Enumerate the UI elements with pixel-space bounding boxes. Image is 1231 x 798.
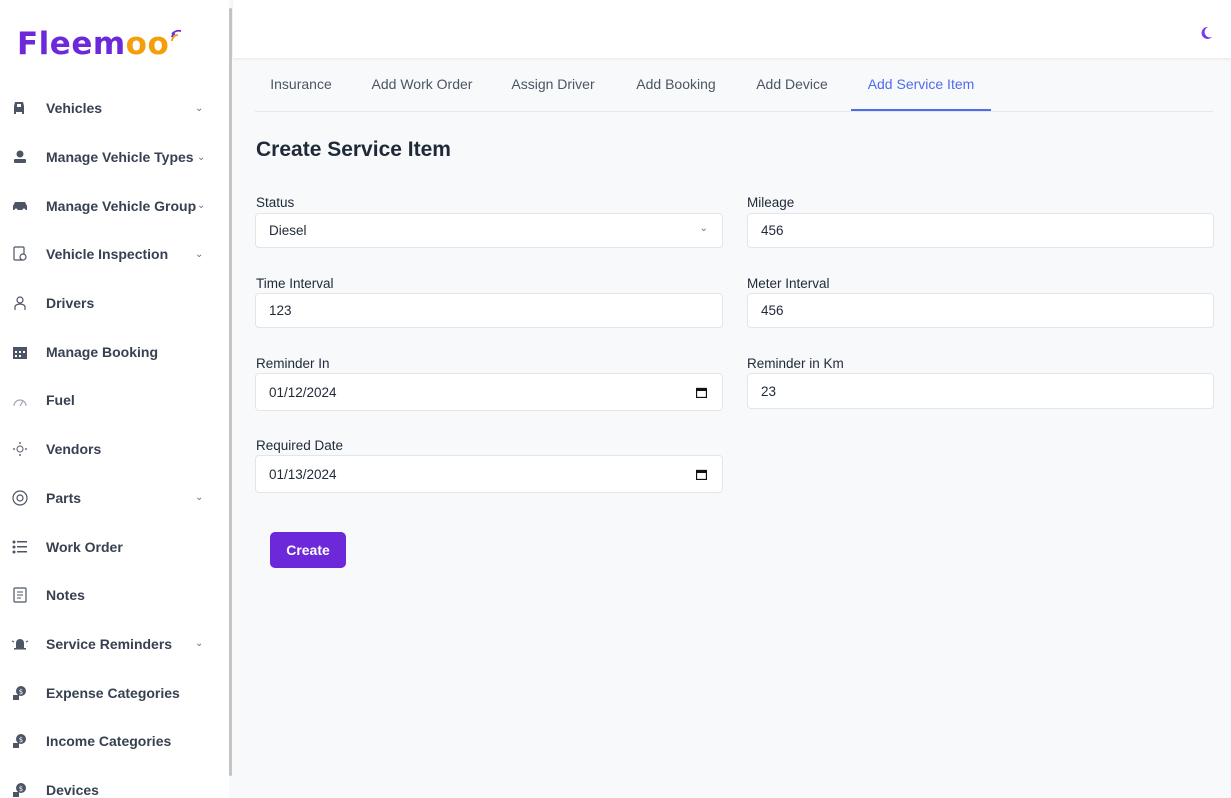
svg-text:$: $ [19, 785, 23, 793]
parts-icon [11, 489, 29, 507]
mileage-field[interactable] [747, 213, 1214, 248]
fleemoo-logo[interactable]: Fleem oo [17, 22, 184, 66]
required-date-input[interactable] [269, 466, 709, 482]
tab-add-work-order[interactable]: Add Work Order [359, 62, 485, 110]
sidebar-item-vehicle-inspection[interactable]: Vehicle Inspection ⌄ [0, 230, 229, 279]
sidebar-item-label: Drivers [46, 295, 95, 312]
tab-add-device[interactable]: Add Device [743, 62, 841, 110]
vehicle-group-icon [11, 197, 29, 215]
sidebar-item-label: Parts [46, 489, 82, 506]
sidebar-item-label: Manage Vehicle Types [46, 149, 194, 166]
required-date-label: Required Date [256, 438, 344, 453]
reminder-km-label: Reminder in Km [747, 356, 844, 371]
sidebar-item-parts[interactable]: Parts ⌄ [0, 474, 229, 523]
sidebar-item-label: Work Order [46, 538, 123, 555]
vendors-icon [11, 440, 29, 458]
sidebar-item-label: Vehicle Inspection [46, 246, 169, 263]
sidebar-item-drivers[interactable]: Drivers [0, 279, 229, 328]
fuel-icon [11, 391, 29, 409]
chevron-down-icon: ⌄ [195, 638, 204, 650]
vehicle-type-icon [11, 148, 29, 166]
sidebar-item-label: Devices [46, 781, 99, 798]
reminder-in-input[interactable] [269, 384, 709, 400]
sidebar-item-vehicles[interactable]: Vehicles ⌄ [0, 84, 229, 133]
bell-icon [11, 635, 29, 653]
sidebar-item-label: Manage Vehicle Group [46, 197, 197, 214]
tab-insurance[interactable]: Insurance [255, 62, 347, 110]
page-title: Create Service Item [256, 138, 451, 161]
svg-text:$: $ [19, 688, 23, 696]
top-bar [233, 0, 1231, 58]
sidebar: Fleem oo Vehicles ⌄ Manage Vehicle Types … [0, 0, 229, 798]
chevron-down-icon: ⌄ [197, 200, 206, 212]
chevron-down-icon: ⌄ [699, 223, 708, 234]
notes-icon [11, 586, 29, 604]
sidebar-item-work-order[interactable]: Work Order [0, 522, 229, 571]
work-order-icon [11, 538, 29, 556]
sidebar-item-fuel[interactable]: Fuel [0, 376, 229, 425]
mileage-input[interactable] [761, 223, 1200, 238]
signal-icon [171, 29, 182, 42]
sidebar-item-devices[interactable]: $ Devices [0, 766, 229, 798]
car-icon [11, 99, 29, 117]
expense-icon: $ [11, 684, 29, 702]
status-select[interactable]: Diesel ⌄ [255, 213, 723, 248]
sidebar-item-expense-categories[interactable]: $ Expense Categories [0, 668, 229, 717]
inspection-icon [11, 245, 29, 263]
income-icon: $ [11, 732, 29, 750]
reminder-km-input[interactable] [761, 383, 1200, 399]
sidebar-item-service-reminders[interactable]: Service Reminders ⌄ [0, 620, 229, 669]
sidebar-item-manage-booking[interactable]: Manage Booking [0, 327, 229, 376]
sidebar-item-income-categories[interactable]: $ Income Categories [0, 717, 229, 766]
calendar-icon [11, 343, 29, 361]
meter-interval-field[interactable] [747, 293, 1214, 328]
logo-accent-text: oo [125, 26, 170, 62]
tab-bar: Insurance Add Work Order Assign Driver A… [255, 62, 1213, 112]
required-date-date[interactable] [255, 455, 723, 493]
tab-add-service-item[interactable]: Add Service Item [851, 62, 991, 111]
calendar-icon[interactable] [695, 386, 708, 401]
sidebar-item-vendors[interactable]: Vendors [0, 425, 229, 474]
moon-icon[interactable] [1199, 26, 1215, 42]
status-value: Diesel [269, 223, 307, 238]
devices-icon: $ [11, 781, 29, 798]
sidebar-item-label: Vendors [46, 441, 102, 458]
sidebar-scrollbar[interactable] [229, 8, 232, 776]
sidebar-item-label: Fuel [46, 392, 75, 409]
sidebar-item-label: Vehicles [46, 100, 103, 117]
sidebar-item-label: Income Categories [46, 733, 172, 750]
chevron-down-icon: ⌄ [195, 248, 204, 260]
sidebar-item-manage-vehicle-group[interactable]: Manage Vehicle Group ⌄ [0, 181, 229, 230]
svg-text:$: $ [19, 736, 23, 744]
sidebar-item-label: Manage Booking [46, 343, 159, 360]
sidebar-item-label: Service Reminders [46, 635, 173, 652]
chevron-down-icon: ⌄ [195, 102, 204, 114]
reminder-in-date[interactable] [255, 373, 723, 411]
sidebar-item-notes[interactable]: Notes [0, 571, 229, 620]
driver-icon [11, 294, 29, 312]
sidebar-item-label: Expense Categories [46, 684, 180, 701]
time-interval-input[interactable] [269, 303, 709, 318]
create-button[interactable]: Create [270, 532, 346, 568]
meter-interval-label: Meter Interval [747, 276, 830, 291]
calendar-icon[interactable] [695, 468, 708, 483]
mileage-label: Mileage [747, 195, 795, 210]
sidebar-nav: Vehicles ⌄ Manage Vehicle Types ⌄ Manage… [0, 84, 229, 798]
sidebar-item-manage-vehicle-types[interactable]: Manage Vehicle Types ⌄ [0, 133, 229, 182]
meter-interval-input[interactable] [761, 303, 1200, 318]
logo-text: Fleem [17, 26, 126, 62]
sidebar-item-label: Notes [46, 587, 85, 604]
reminder-km-field[interactable] [747, 373, 1214, 409]
chevron-down-icon: ⌄ [195, 492, 204, 504]
time-interval-label: Time Interval [256, 276, 334, 291]
time-interval-field[interactable] [255, 293, 723, 328]
reminder-in-label: Reminder In [256, 356, 330, 371]
chevron-down-icon: ⌄ [197, 151, 206, 163]
tab-add-booking[interactable]: Add Booking [623, 62, 729, 110]
status-label: Status [256, 195, 295, 210]
tab-assign-driver[interactable]: Assign Driver [498, 62, 608, 110]
